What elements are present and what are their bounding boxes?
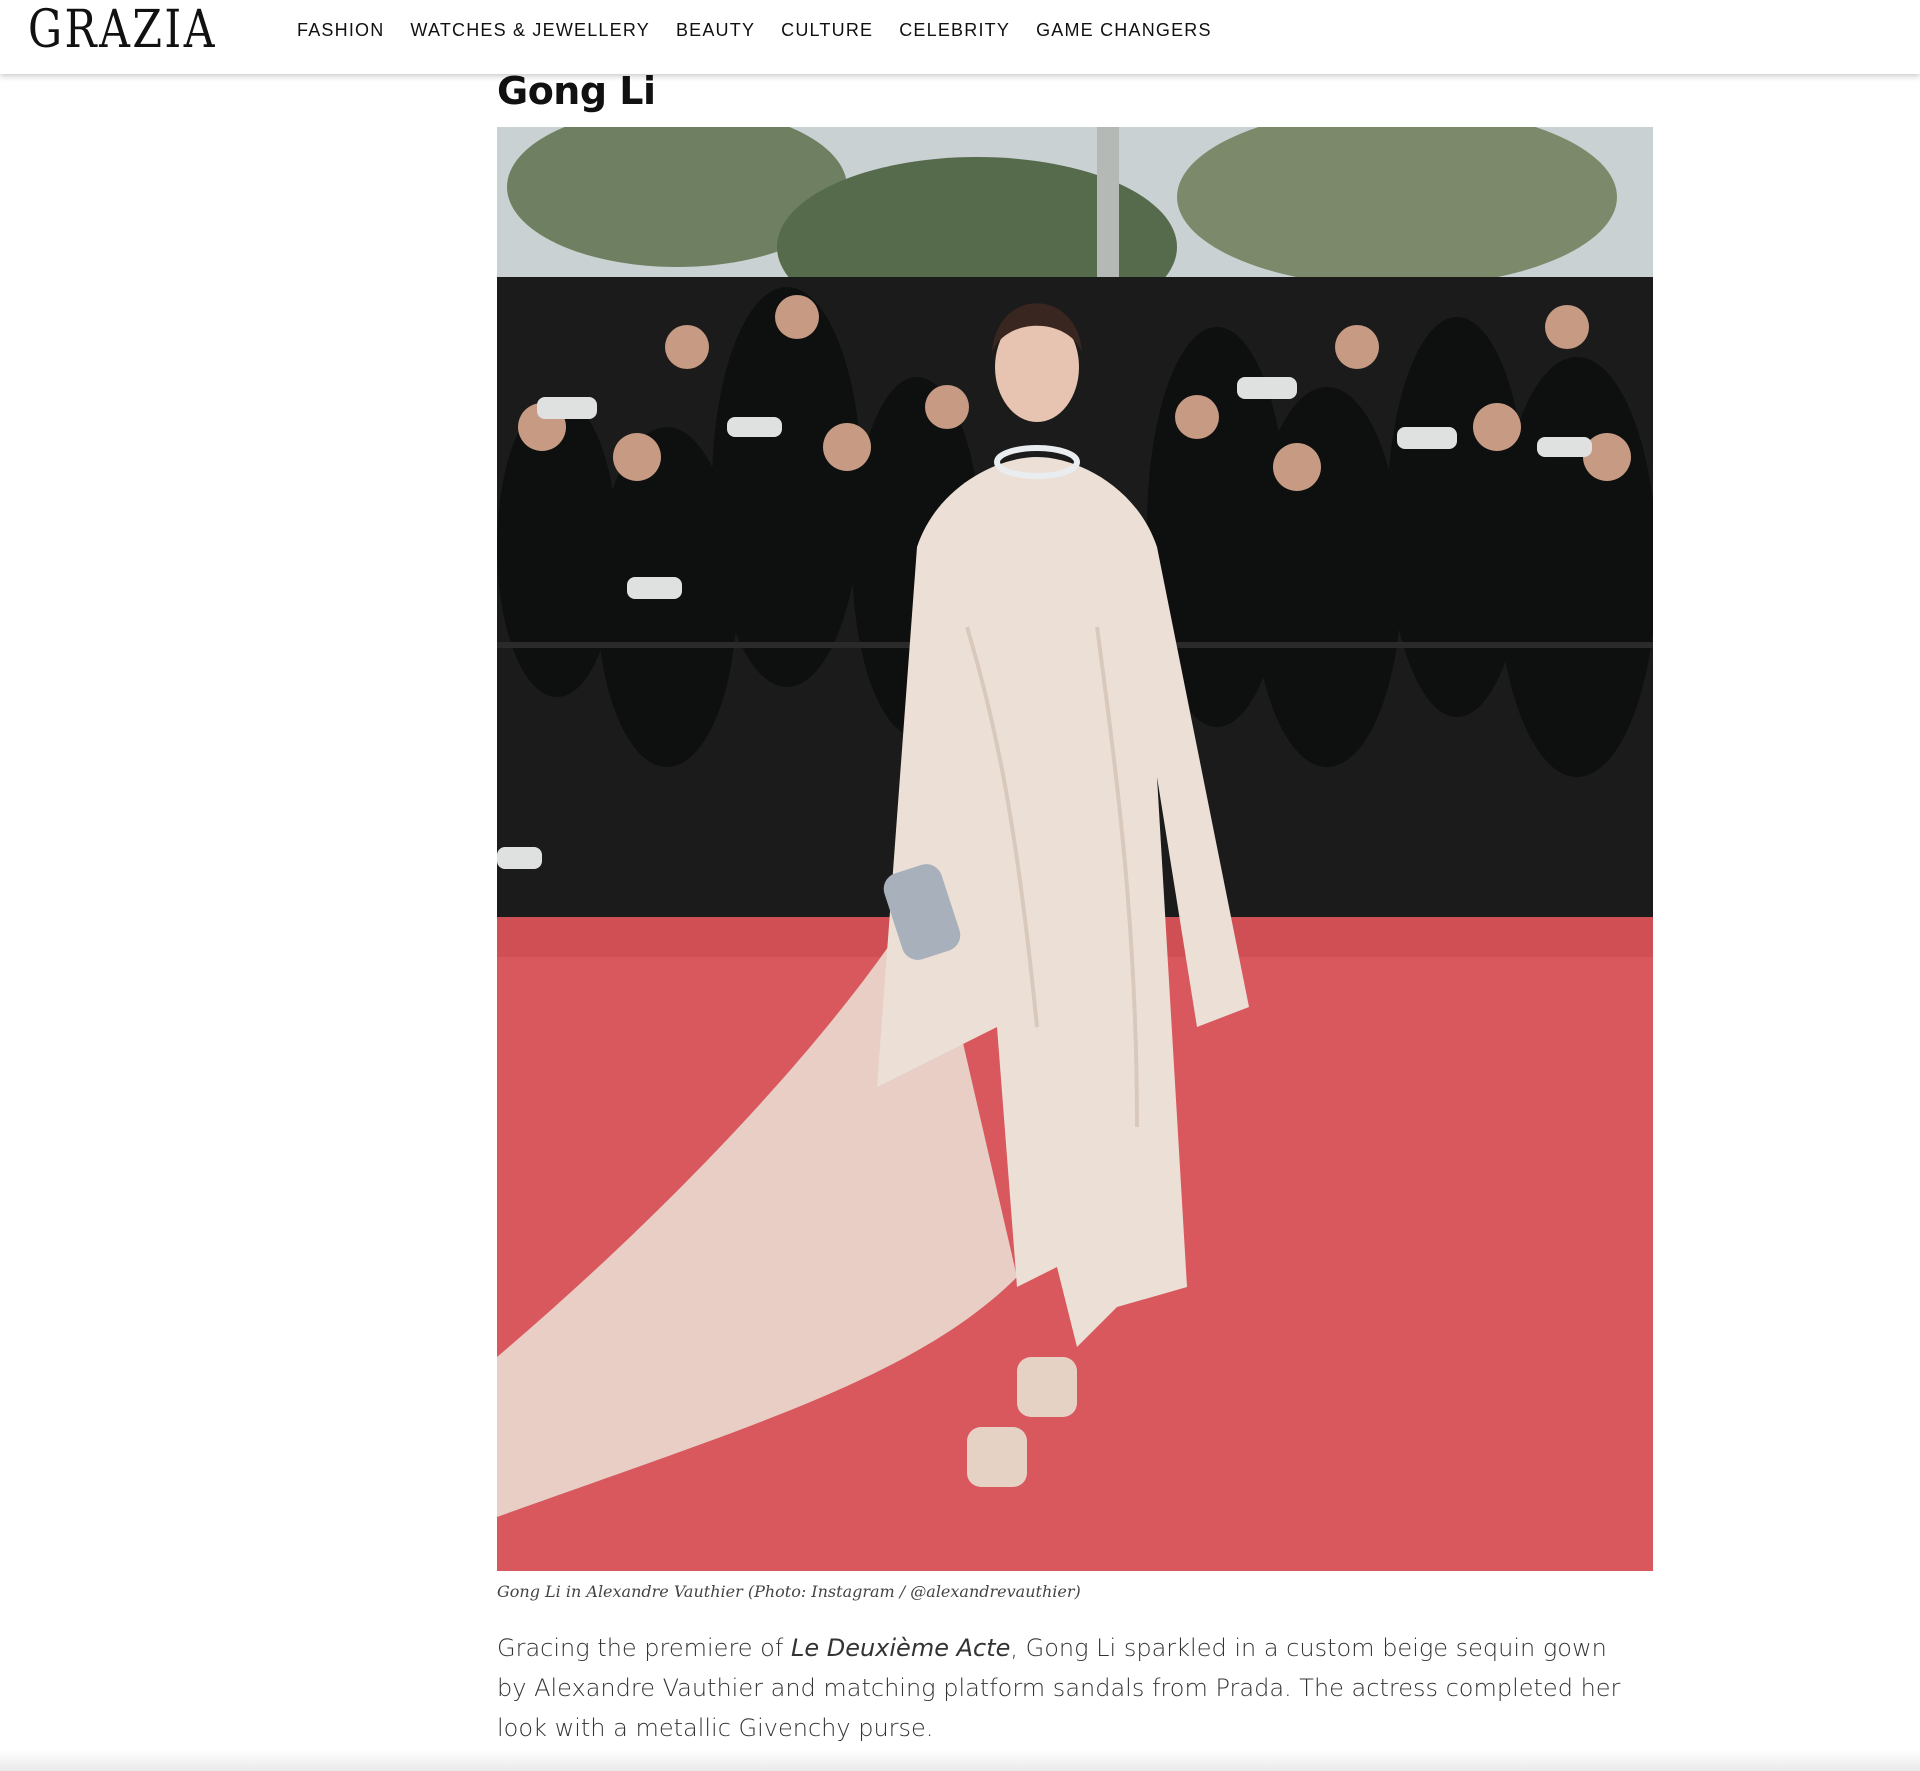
nav-watches-jewellery[interactable]: WATCHES & JEWELLERY [410, 18, 650, 42]
bottom-fade [0, 1750, 1920, 1771]
nav-beauty[interactable]: BEAUTY [676, 18, 755, 42]
article-photo [497, 127, 1653, 1571]
site-header: GRAZIA FASHION WATCHES & JEWELLERY BEAUT… [0, 0, 1920, 74]
paragraph-text-before: Gracing the premiere of [497, 1634, 791, 1662]
nav-celebrity[interactable]: CELEBRITY [899, 18, 1010, 42]
nav-game-changers[interactable]: GAME CHANGERS [1036, 18, 1212, 42]
article-paragraph: Gracing the premiere of Le Deuxième Acte… [497, 1628, 1637, 1748]
grazia-logo[interactable]: GRAZIA [28, 0, 217, 60]
nav-fashion[interactable]: FASHION [297, 18, 384, 42]
main-nav: FASHION WATCHES & JEWELLERY BEAUTY CULTU… [297, 18, 1238, 42]
photo-caption: Gong Li in Alexandre Vauthier (Photo: In… [497, 1582, 1081, 1601]
nav-culture[interactable]: CULTURE [781, 18, 873, 42]
film-title: Le Deuxième Acte [790, 1634, 1011, 1662]
